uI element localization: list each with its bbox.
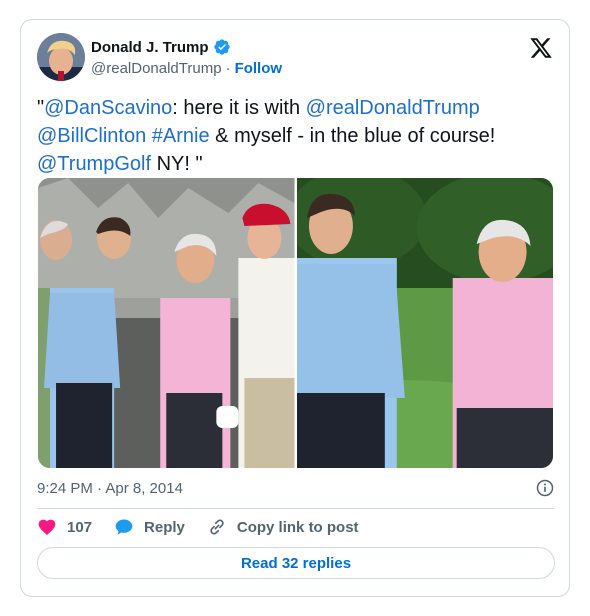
reply-label: Reply [144, 518, 185, 536]
heart-icon [38, 519, 56, 535]
author-name-row: Donald J. Trump [91, 38, 231, 56]
reply-bubble-icon [115, 519, 133, 535]
like-count: 107 [67, 518, 93, 536]
divider [37, 508, 555, 509]
golf-course-photo[interactable] [296, 178, 553, 468]
author-handle-row: @realDonaldTrump · Follow [91, 60, 282, 77]
author-handle[interactable]: @realDonaldTrump [91, 60, 222, 77]
hashtag-link[interactable]: #Arnie [152, 125, 210, 147]
tweet-meta-row: 9:24 PM · Apr 8, 2014 [37, 478, 555, 498]
copy-link-button[interactable]: Copy link to post [207, 517, 359, 537]
copy-link-label: Copy link to post [236, 518, 359, 536]
read-replies-button[interactable]: Read 32 replies [37, 547, 555, 579]
x-logo-icon[interactable] [529, 36, 553, 60]
text-segment: : here it is with [172, 97, 306, 119]
tweet-card: Donald J. Trump @realDonaldTrump · Follo… [20, 19, 570, 597]
author-display-name[interactable]: Donald J. Trump [91, 39, 209, 56]
timestamp[interactable]: 9:24 PM · Apr 8, 2014 [37, 480, 183, 497]
link-icon [210, 519, 224, 535]
read-replies-label: Read 32 replies [240, 554, 352, 572]
group-golf-photo[interactable] [38, 178, 295, 468]
tweet-text: "@DanScavino: here it is with @realDonal… [37, 94, 547, 178]
action-bar: 107 Reply Copy link to post [37, 517, 381, 537]
like-button[interactable]: 107 [37, 517, 92, 537]
mention-link[interactable]: @TrumpGolf [37, 153, 151, 175]
reply-button[interactable]: Reply [114, 517, 185, 537]
mention-link[interactable]: @DanScavino [44, 97, 172, 119]
follow-button[interactable]: Follow [235, 60, 283, 77]
info-icon[interactable] [535, 478, 555, 498]
avatar[interactable] [37, 33, 85, 81]
separator-dot: · [225, 60, 231, 77]
mention-link[interactable]: @realDonaldTrump [306, 97, 480, 119]
text-segment: & myself - in the blue of course! [209, 125, 496, 147]
text-segment: NY! " [151, 153, 203, 175]
media-gallery [38, 178, 553, 468]
verified-badge-icon [213, 39, 230, 55]
mention-link[interactable]: @BillClinton [37, 125, 146, 147]
